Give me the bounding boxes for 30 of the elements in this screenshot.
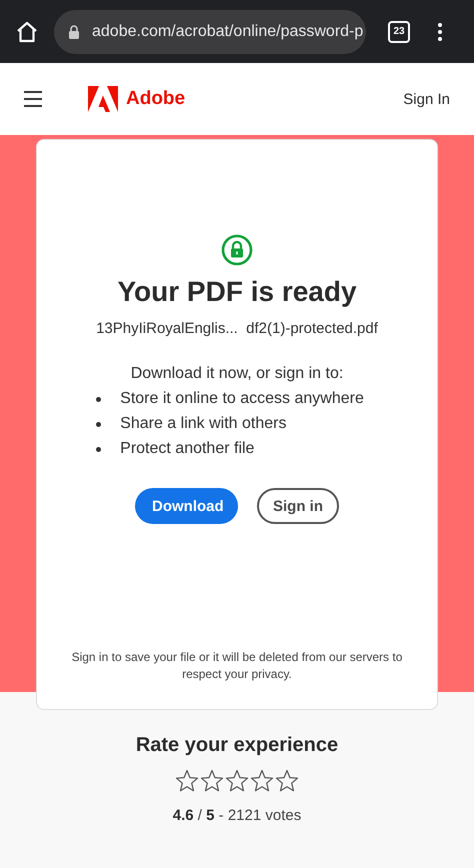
tab-count-button[interactable]: 23 (388, 20, 410, 42)
lock-icon (68, 24, 80, 38)
url-text: adobe.com/acrobat/online/password-p (92, 22, 364, 40)
download-button[interactable]: Download (135, 488, 238, 524)
sign-in-link[interactable]: Sign In (403, 90, 450, 108)
bullet-icon (96, 396, 102, 402)
address-bar[interactable]: adobe.com/acrobat/online/password-p (54, 10, 366, 54)
logo-icon[interactable] (88, 86, 118, 112)
rating-title: Rate your experience (136, 734, 338, 757)
more-icon[interactable] (436, 20, 444, 42)
brand-name[interactable]: Adobe (126, 88, 186, 110)
sign-in-button[interactable]: Sign in (257, 488, 339, 524)
notice-text: Sign in to save your file or it will be deleted from our servers to respect your privacy. (70, 649, 404, 683)
star-icon[interactable] (175, 769, 199, 793)
rating-summary: 4.6 / 5 - 2121 votes (172, 807, 302, 824)
star-icon[interactable] (200, 769, 224, 793)
bullet-icon (96, 422, 102, 426)
card-title: Your PDF is ready (117, 276, 357, 308)
prompt-text: Download it now, or sign in to: (130, 365, 344, 383)
star-icon[interactable] (250, 769, 274, 793)
lock-icon (221, 234, 253, 266)
star-icon[interactable] (275, 769, 299, 793)
bullet-text: Protect another file (120, 440, 254, 458)
file-name: 13PhyIiRoyalEnglis... df2(1)-protected.pdf (96, 320, 378, 337)
bullet-text: Share a link with others (120, 415, 286, 433)
bullet-icon (96, 446, 102, 452)
star-icon[interactable] (225, 769, 249, 793)
menu-icon[interactable] (24, 91, 42, 107)
home-icon[interactable] (15, 20, 39, 44)
bullet-text: Store it online to access anywhere (120, 390, 364, 408)
